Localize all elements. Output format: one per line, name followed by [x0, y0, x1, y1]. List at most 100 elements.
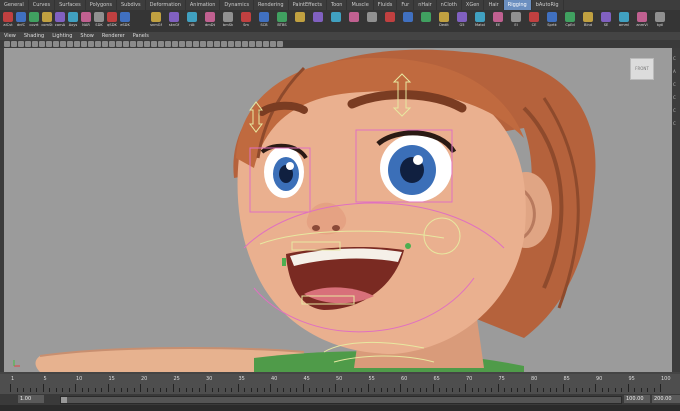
anim-end-time-field[interactable]: 200.00 — [652, 395, 680, 403]
shelf-button[interactable]: G5 — [456, 11, 468, 31]
panel-toolbar-icon[interactable] — [109, 41, 115, 47]
shelf-tab-rendering[interactable]: Rendering — [254, 0, 289, 10]
panel-toolbar-icon[interactable] — [74, 41, 80, 47]
shelf-tab-curves[interactable]: Curves — [29, 0, 56, 10]
panel-toolbar-icon[interactable] — [144, 41, 150, 47]
shelf-tab-deformation[interactable]: Deformation — [146, 0, 186, 10]
panel-toolbar-icon[interactable] — [172, 41, 178, 47]
panel-toolbar-icon[interactable] — [18, 41, 24, 47]
shelf-tab-surfaces[interactable]: Surfaces — [55, 0, 86, 10]
shelf-button[interactable]: dnfC — [15, 11, 27, 31]
panel-toolbar-icon[interactable] — [186, 41, 192, 47]
panel-toolbar-icon[interactable] — [228, 41, 234, 47]
shelf-tab-bautorig[interactable]: bAutoRig — [532, 0, 564, 10]
shelf-button[interactable]: qSDK — [106, 11, 118, 31]
panel-menu-panels[interactable]: Panels — [129, 32, 153, 40]
shelf-tab-fur[interactable]: Fur — [397, 0, 415, 10]
channel-tab[interactable]: C — [673, 95, 679, 100]
panel-toolbar-icon[interactable] — [81, 41, 87, 47]
shelf-button[interactable]: MatxI — [474, 11, 486, 31]
panel-toolbar-icon[interactable] — [270, 41, 276, 47]
panel-toolbar-icon[interactable] — [200, 41, 206, 47]
panel-menu-shading[interactable]: Shading — [20, 32, 48, 40]
time-slider[interactable]: 1 5 10 15 20 25 30 35 40 45 50 55 60 65 70 75 80 85 90 95 10… — [0, 374, 680, 394]
panel-menu-lighting[interactable]: Lighting — [48, 32, 76, 40]
panel-toolbar-icon[interactable] — [95, 41, 101, 47]
panel-toolbar-icon[interactable] — [53, 41, 59, 47]
shelf-button[interactable]: comA — [54, 11, 66, 31]
panel-toolbar-icon[interactable] — [235, 41, 241, 47]
shelf-button[interactable]: sknGf — [168, 11, 180, 31]
shelf-button[interactable]: amml — [618, 11, 630, 31]
shelf-button[interactable]: BTBS — [276, 11, 288, 31]
shelf-button[interactable]: Dedit — [438, 11, 450, 31]
shelf-tab-rigging[interactable]: Rigging — [503, 0, 532, 10]
channel-tab[interactable]: C — [673, 56, 679, 61]
shelf-tab-dynamics[interactable]: Dynamics — [220, 0, 255, 10]
panel-toolbar-icon[interactable] — [116, 41, 122, 47]
shelf-button[interactable]: snmGf — [150, 11, 162, 31]
panel-toolbar-icon[interactable] — [151, 41, 157, 47]
panel-toolbar-icon[interactable] — [214, 41, 220, 47]
shelf-tab-hair[interactable]: Hair — [484, 0, 504, 10]
channel-tab[interactable]: C — [673, 82, 679, 87]
shelf-button[interactable]: EE — [492, 11, 504, 31]
panel-toolbar-icon[interactable] — [130, 41, 136, 47]
shelf-tab-fluids[interactable]: Fluids — [374, 0, 398, 10]
panel-toolbar-icon[interactable] — [11, 41, 17, 47]
shelf-button[interactable]: SCB — [258, 11, 270, 31]
channel-tab[interactable]: C — [673, 108, 679, 113]
shelf-button[interactable]: tgtl — [654, 11, 666, 31]
panel-toolbar-icon[interactable] — [277, 41, 283, 47]
panel-toolbar-icon[interactable] — [256, 41, 262, 47]
shelf-tab-painteffects[interactable]: PaintEffects — [289, 0, 327, 10]
panel-toolbar-icon[interactable] — [123, 41, 129, 47]
shelf-button[interactable]: NAR — [80, 11, 92, 31]
shelf-button[interactable] — [348, 11, 360, 31]
shelf-button[interactable]: Sm — [240, 11, 252, 31]
start-time-field[interactable]: 1.00 — [18, 395, 44, 403]
panel-toolbar-icon[interactable] — [179, 41, 185, 47]
panel-menu-show[interactable]: Show — [76, 32, 98, 40]
panel-menu-view[interactable]: View — [0, 32, 20, 40]
panel-toolbar-icon[interactable] — [221, 41, 227, 47]
panel-toolbar-icon[interactable] — [165, 41, 171, 47]
shelf-tab-ncloth[interactable]: nCloth — [437, 0, 462, 10]
shelf-button[interactable]: dmDt — [204, 11, 216, 31]
shelf-button[interactable]: CpEd — [564, 11, 576, 31]
shelf-tab-polygons[interactable]: Polygons — [86, 0, 117, 10]
shelf-button[interactable] — [312, 11, 324, 31]
shelf-tab-animation[interactable]: Animation — [186, 0, 221, 10]
shelf-tab-subdivs[interactable]: Subdivs — [117, 0, 146, 10]
shelf-button[interactable]: comSt — [41, 11, 53, 31]
panel-toolbar-icon[interactable] — [88, 41, 94, 47]
shelf-button[interactable]: Sprtk — [546, 11, 558, 31]
shelf-tab-general[interactable]: General — [0, 0, 29, 10]
shelf-button[interactable]: rAt — [186, 11, 198, 31]
panel-toolbar-icon[interactable] — [242, 41, 248, 47]
shelf-button[interactable]: Axys — [67, 11, 79, 31]
panel-toolbar-icon[interactable] — [67, 41, 73, 47]
shelf-button[interactable]: bmSk — [222, 11, 234, 31]
shelf-button[interactable]: covrt — [28, 11, 40, 31]
shelf-button[interactable]: Blnd — [582, 11, 594, 31]
range-slider[interactable]: 1.00 100.00 200.00 — [0, 394, 680, 405]
shelf-button[interactable] — [420, 11, 432, 31]
panel-toolbar-icon[interactable] — [137, 41, 143, 47]
shelf-button[interactable]: eSDK — [119, 11, 131, 31]
shelf-button[interactable]: EI — [510, 11, 522, 31]
panel-toolbar-icon[interactable] — [207, 41, 213, 47]
shelf-button[interactable] — [330, 11, 342, 31]
channel-box-strip[interactable]: C A C C C C — [672, 48, 680, 372]
panel-toolbar-icon[interactable] — [60, 41, 66, 47]
panel-toolbar-icon[interactable] — [102, 41, 108, 47]
shelf-button[interactable] — [294, 11, 306, 31]
end-time-field[interactable]: 100.00 — [624, 395, 650, 403]
panel-toolbar-icon[interactable] — [158, 41, 164, 47]
shelf-tab-xgen[interactable]: XGen — [462, 0, 485, 10]
shelf-tab-nhair[interactable]: nHair — [414, 0, 437, 10]
range-bar[interactable] — [60, 396, 622, 404]
channel-tab[interactable]: C — [673, 121, 679, 126]
shelf-button[interactable]: SE — [600, 11, 612, 31]
shelf-button[interactable] — [366, 11, 378, 31]
